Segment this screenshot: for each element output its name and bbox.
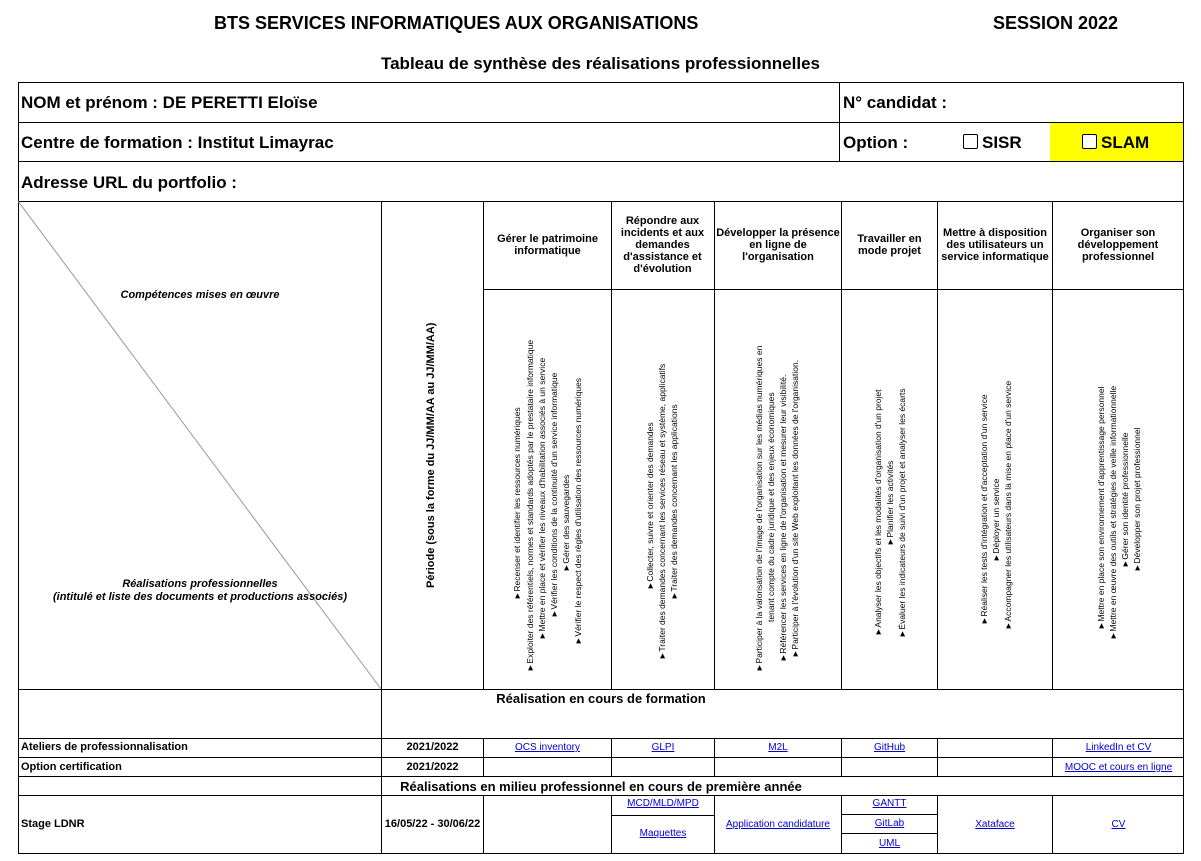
divider [18,738,1184,739]
competence-item: tenant compte du cadre juridique et des … [766,392,776,622]
divider [937,201,938,689]
col-header-presence-en-ligne: Développer la présence en ligne de l'org… [716,227,840,263]
divider [841,814,937,815]
link-mooc[interactable]: MOOC et cours en ligne [1053,762,1184,773]
training-center: Centre de formation : Institut Limayrac [21,133,334,152]
divider [714,201,715,689]
link-gantt[interactable]: GANTT [842,798,937,809]
link-glpi[interactable]: GLPI [612,742,714,753]
realisations-heading: Réalisations professionnelles [122,578,278,590]
link-cv[interactable]: CV [1053,819,1184,830]
document-subtitle: Tableau de synthèse des réalisations pro… [380,54,820,73]
row-period-certification: 2021/2022 [406,761,459,773]
option-slam-label: SLAM [1101,133,1150,152]
portfolio-url-label: Adresse URL du portfolio : [21,173,237,192]
competence-item: ►Référencer les services en ligne de l'o… [778,374,788,662]
competence-item: ►Planifier les activités [885,460,895,546]
col-header-incidents: Répondre aux incidents et aux demandes d… [620,215,705,275]
divider [483,795,484,854]
link-github[interactable]: GitHub [842,742,937,753]
competence-item: ►Exploiter des référentiels, normes et s… [525,339,535,672]
row-period-ateliers: 2021/2022 [406,741,459,753]
competence-item: ►Développer son projet professionnel [1132,427,1142,573]
competence-item: ►Gérer son identité professionnelle [1120,432,1130,568]
competence-item: ►Vérifier le respect des règles d'utilis… [573,377,583,645]
competences-heading: Compétences mises en œuvre [120,289,280,301]
candidate-number-label: N° candidat : [843,93,948,112]
period-heading: Période (sous la forme du JJ/MM/AA au JJ… [425,322,437,588]
competence-item: ►Recenser et identifier les ressources n… [512,407,522,600]
option-slam[interactable]: SLAM [1082,133,1149,153]
competence-item: ►Analyser les objectifs et les modalités… [873,389,883,636]
realisations-subheading: (intitulé et liste des documents et prod… [52,591,347,603]
divider [483,201,484,689]
link-maquettes[interactable]: Maquettes [612,828,714,839]
competence-item: ►Évaluer les indicateurs de suivi d'un p… [897,388,907,638]
session-label: SESSION 2022 [993,13,1119,33]
divider [483,289,1184,290]
competence-item: ►Vérifier les conditions de la continuit… [549,372,559,618]
divider [611,815,714,816]
col-header-mode-projet: Travailler en mode projet [857,233,922,257]
row-period-stage: 16/05/22 - 30/06/22 [384,818,481,830]
competence-item: ►Déployer un service [991,478,1001,562]
divider [18,795,1184,796]
divider [841,833,937,834]
option-sisr[interactable]: SISR [963,133,1022,153]
divider [611,201,612,689]
competence-item: ►Mettre en place son environnement d'app… [1096,386,1106,630]
competence-item: ►Participer à l'évolution d'un site Web … [790,359,800,658]
divider [1052,201,1053,689]
divider [18,122,1184,123]
document-title: BTS SERVICES INFORMATIQUES AUX ORGANISAT… [214,13,699,33]
divider [839,82,840,162]
row-label-certification: Option certification [21,761,122,773]
link-m2l[interactable]: M2L [715,742,841,753]
competence-item: ►Mettre en œuvre des outils et stratégie… [1108,385,1118,640]
row-label-stage: Stage LDNR [21,818,85,830]
link-uml[interactable]: UML [842,838,937,849]
section-training: Réalisation en cours de formation [496,691,706,706]
link-ocs-inventory[interactable]: OCS inventory [484,742,611,753]
col-header-patrimoine: Gérer le patrimoine informatique [497,233,598,257]
competence-item: ►Traiter des demandes concernant les app… [669,404,679,600]
link-gitlab[interactable]: GitLab [842,818,937,829]
option-sisr-label: SISR [982,133,1022,152]
link-application-candidature[interactable]: Application candidature [715,819,841,830]
competence-item: ►Accompagner les utilisateurs dans la mi… [1003,380,1013,630]
col-header-developpement: Organiser son développement professionne… [1077,227,1159,263]
row-label-ateliers: Ateliers de professionnalisation [21,741,188,753]
competence-item: ►Traiter des demandes concernant les ser… [657,363,667,660]
divider [18,757,1184,758]
competence-item: ►Réaliser les tests d'intégration et d'a… [979,394,989,625]
section-professional: Réalisations en milieu professionnel en … [400,779,802,794]
competence-item: ►Mettre en place et vérifier les niveaux… [537,357,547,640]
divider [18,161,1184,162]
col-header-mise-a-disposition: Mettre à disposition des utilisateurs un… [941,227,1049,263]
competence-item: ►Collecter, suivre et orienter des deman… [645,422,655,590]
header-diagonal [18,201,382,690]
slam-checkbox[interactable] [1082,134,1097,149]
link-xataface[interactable]: Xataface [938,819,1052,830]
sisr-checkbox[interactable] [963,134,978,149]
competence-item: ►Gérer des sauvegardes [561,474,571,572]
divider [18,776,1184,777]
competence-item: ►Participer à la valorisation de l'image… [754,345,764,672]
link-mcd-mld-mpd[interactable]: MCD/MLD/MPD [612,798,714,809]
link-linkedin-cv[interactable]: LinkedIn et CV [1053,742,1184,753]
divider [841,201,842,689]
student-name: NOM et prénom : DE PERETTI Eloïse [21,93,318,112]
option-label: Option : [843,133,909,152]
